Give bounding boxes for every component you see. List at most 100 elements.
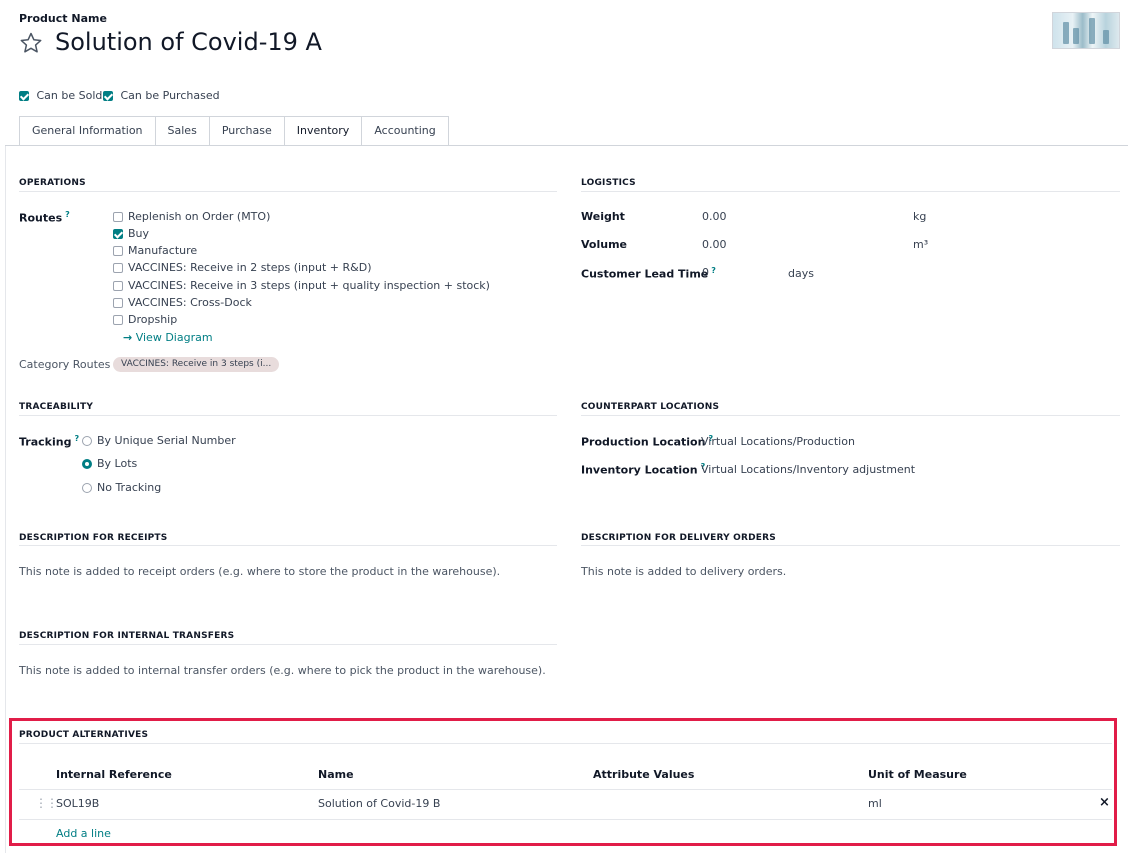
tab-divider [5,145,1128,146]
left-border [5,146,6,853]
tracking-option[interactable]: No Tracking [82,481,161,494]
inventory-location-label: Inventory Location? [581,462,705,477]
row-internal-reference[interactable]: SOL19B [56,797,99,810]
tracking-label: Tracking? [19,434,79,449]
lead-time-label: Customer Lead Time? [581,266,716,281]
tab-accounting[interactable]: Accounting [361,116,449,145]
section-divider [19,191,557,192]
lead-time-input[interactable]: 0 [702,266,709,279]
internal-note-field[interactable]: This note is added to internal transfer … [19,664,546,677]
checkbox-icon[interactable] [113,315,123,325]
routes-label: Routes? [19,210,70,225]
section-title-logistics: LOGISTICS [581,178,636,188]
section-title-operations: OPERATIONS [19,178,86,188]
category-route-tag: VACCINES: Receive in 3 steps (i... [113,357,280,372]
route-label: VACCINES: Cross-Dock [128,296,252,309]
route-item[interactable]: Manufacture [113,244,197,257]
checkbox-icon[interactable] [113,212,123,222]
tracking-option-label: No Tracking [97,481,162,494]
route-label: Dropship [128,313,178,326]
star-icon[interactable] [19,31,43,58]
route-item[interactable]: Replenish on Order (MTO) [113,210,270,223]
column-header-internal-reference[interactable]: Internal Reference [56,768,172,781]
checkbox-icon[interactable] [113,298,123,308]
section-title-traceability: TRACEABILITY [19,402,94,412]
view-diagram-label: View Diagram [135,331,213,344]
radio-icon[interactable] [82,459,92,469]
help-icon[interactable]: ? [65,210,70,219]
can-be-sold-checkbox[interactable]: Can be Sold [19,89,102,102]
table-row[interactable]: ⋮⋮ SOL19B Solution of Covid-19 B ml × [19,790,1112,819]
tab-general-information[interactable]: General Information [19,116,156,145]
tab-sales[interactable]: Sales [154,116,210,145]
can-be-purchased-checkbox[interactable]: Can be Purchased [103,89,220,102]
weight-unit: kg [913,210,927,223]
help-icon[interactable]: ? [711,266,716,275]
production-location-field[interactable]: Virtual Locations/Production [701,435,855,448]
inventory-location-label-text: Inventory Location [581,463,698,477]
product-name-label: Product Name [19,12,107,25]
production-location-label: Production Location? [581,434,713,449]
section-title-desc-internal: DESCRIPTION FOR INTERNAL TRANSFERS [19,631,235,641]
view-diagram-link[interactable]: → View Diagram [123,331,213,344]
route-item[interactable]: VACCINES: Receive in 3 steps (input + qu… [113,279,490,292]
route-item[interactable]: Buy [113,227,149,240]
help-icon[interactable]: ? [74,434,79,443]
section-title-counterpart-locations: COUNTERPART LOCATIONS [581,402,720,412]
inventory-location-field[interactable]: Virtual Locations/Inventory adjustment [701,463,915,476]
arrow-right-icon: → [123,331,133,344]
section-divider [19,743,1112,744]
tab-purchase[interactable]: Purchase [208,116,285,145]
tracking-option[interactable]: By Unique Serial Number [82,434,236,447]
notebook-tabs: General Information Sales Purchase Inven… [19,116,449,146]
section-divider [19,545,557,546]
section-divider [581,191,1120,192]
row-name[interactable]: Solution of Covid-19 B [318,797,440,810]
routes-label-text: Routes [19,211,63,225]
route-label: Manufacture [128,244,198,257]
tracking-option-label: By Lots [97,457,138,470]
can-be-sold-label: Can be Sold [36,89,103,102]
radio-icon[interactable] [82,436,92,446]
product-image[interactable] [1052,12,1120,49]
volume-input[interactable]: 0.00 [702,238,727,251]
checkbox-icon[interactable] [113,263,123,273]
checkbox-icon[interactable] [113,281,123,291]
route-label: VACCINES: Receive in 3 steps (input + qu… [128,279,490,292]
tracking-option[interactable]: By Lots [82,457,137,470]
route-item[interactable]: VACCINES: Receive in 2 steps (input + R&… [113,261,372,274]
drag-handle-icon[interactable]: ⋮⋮ [35,796,58,810]
page-title[interactable]: Solution of Covid-19 A [55,28,322,56]
route-item[interactable]: Dropship [113,313,177,326]
production-location-label-text: Production Location [581,435,706,449]
column-header-attribute-values[interactable]: Attribute Values [593,768,694,781]
tracking-option-label: By Unique Serial Number [97,434,236,447]
checkbox-icon[interactable] [103,91,113,101]
tracking-label-text: Tracking [19,435,72,449]
row-unit-of-measure[interactable]: ml [868,797,882,810]
lead-time-label-text: Customer Lead Time [581,267,709,281]
tab-inventory[interactable]: Inventory [283,116,363,146]
delivery-note-field[interactable]: This note is added to delivery orders. [581,565,786,578]
radio-icon[interactable] [82,483,92,493]
weight-label: Weight [581,210,625,223]
checkbox-icon[interactable] [19,91,29,101]
receipts-note-field[interactable]: This note is added to receipt orders (e.… [19,565,500,578]
section-title-desc-receipts: DESCRIPTION FOR RECEIPTS [19,533,168,543]
checkbox-icon[interactable] [113,246,123,256]
route-label: VACCINES: Receive in 2 steps (input + R&… [128,261,372,274]
section-divider [19,644,557,645]
highlight-box [9,718,1117,846]
route-label: Buy [128,227,150,240]
delete-row-icon[interactable]: × [1099,795,1110,810]
can-be-purchased-label: Can be Purchased [120,89,220,102]
add-a-line-link[interactable]: Add a line [56,827,111,840]
column-header-unit-of-measure[interactable]: Unit of Measure [868,768,967,781]
checkbox-icon[interactable] [113,229,123,239]
weight-input[interactable]: 0.00 [702,210,727,223]
route-label: Replenish on Order (MTO) [128,210,271,223]
column-header-name[interactable]: Name [318,768,354,781]
section-title-product-alternatives: PRODUCT ALTERNATIVES [19,730,149,740]
route-item[interactable]: VACCINES: Cross-Dock [113,296,252,309]
section-divider [581,415,1120,416]
